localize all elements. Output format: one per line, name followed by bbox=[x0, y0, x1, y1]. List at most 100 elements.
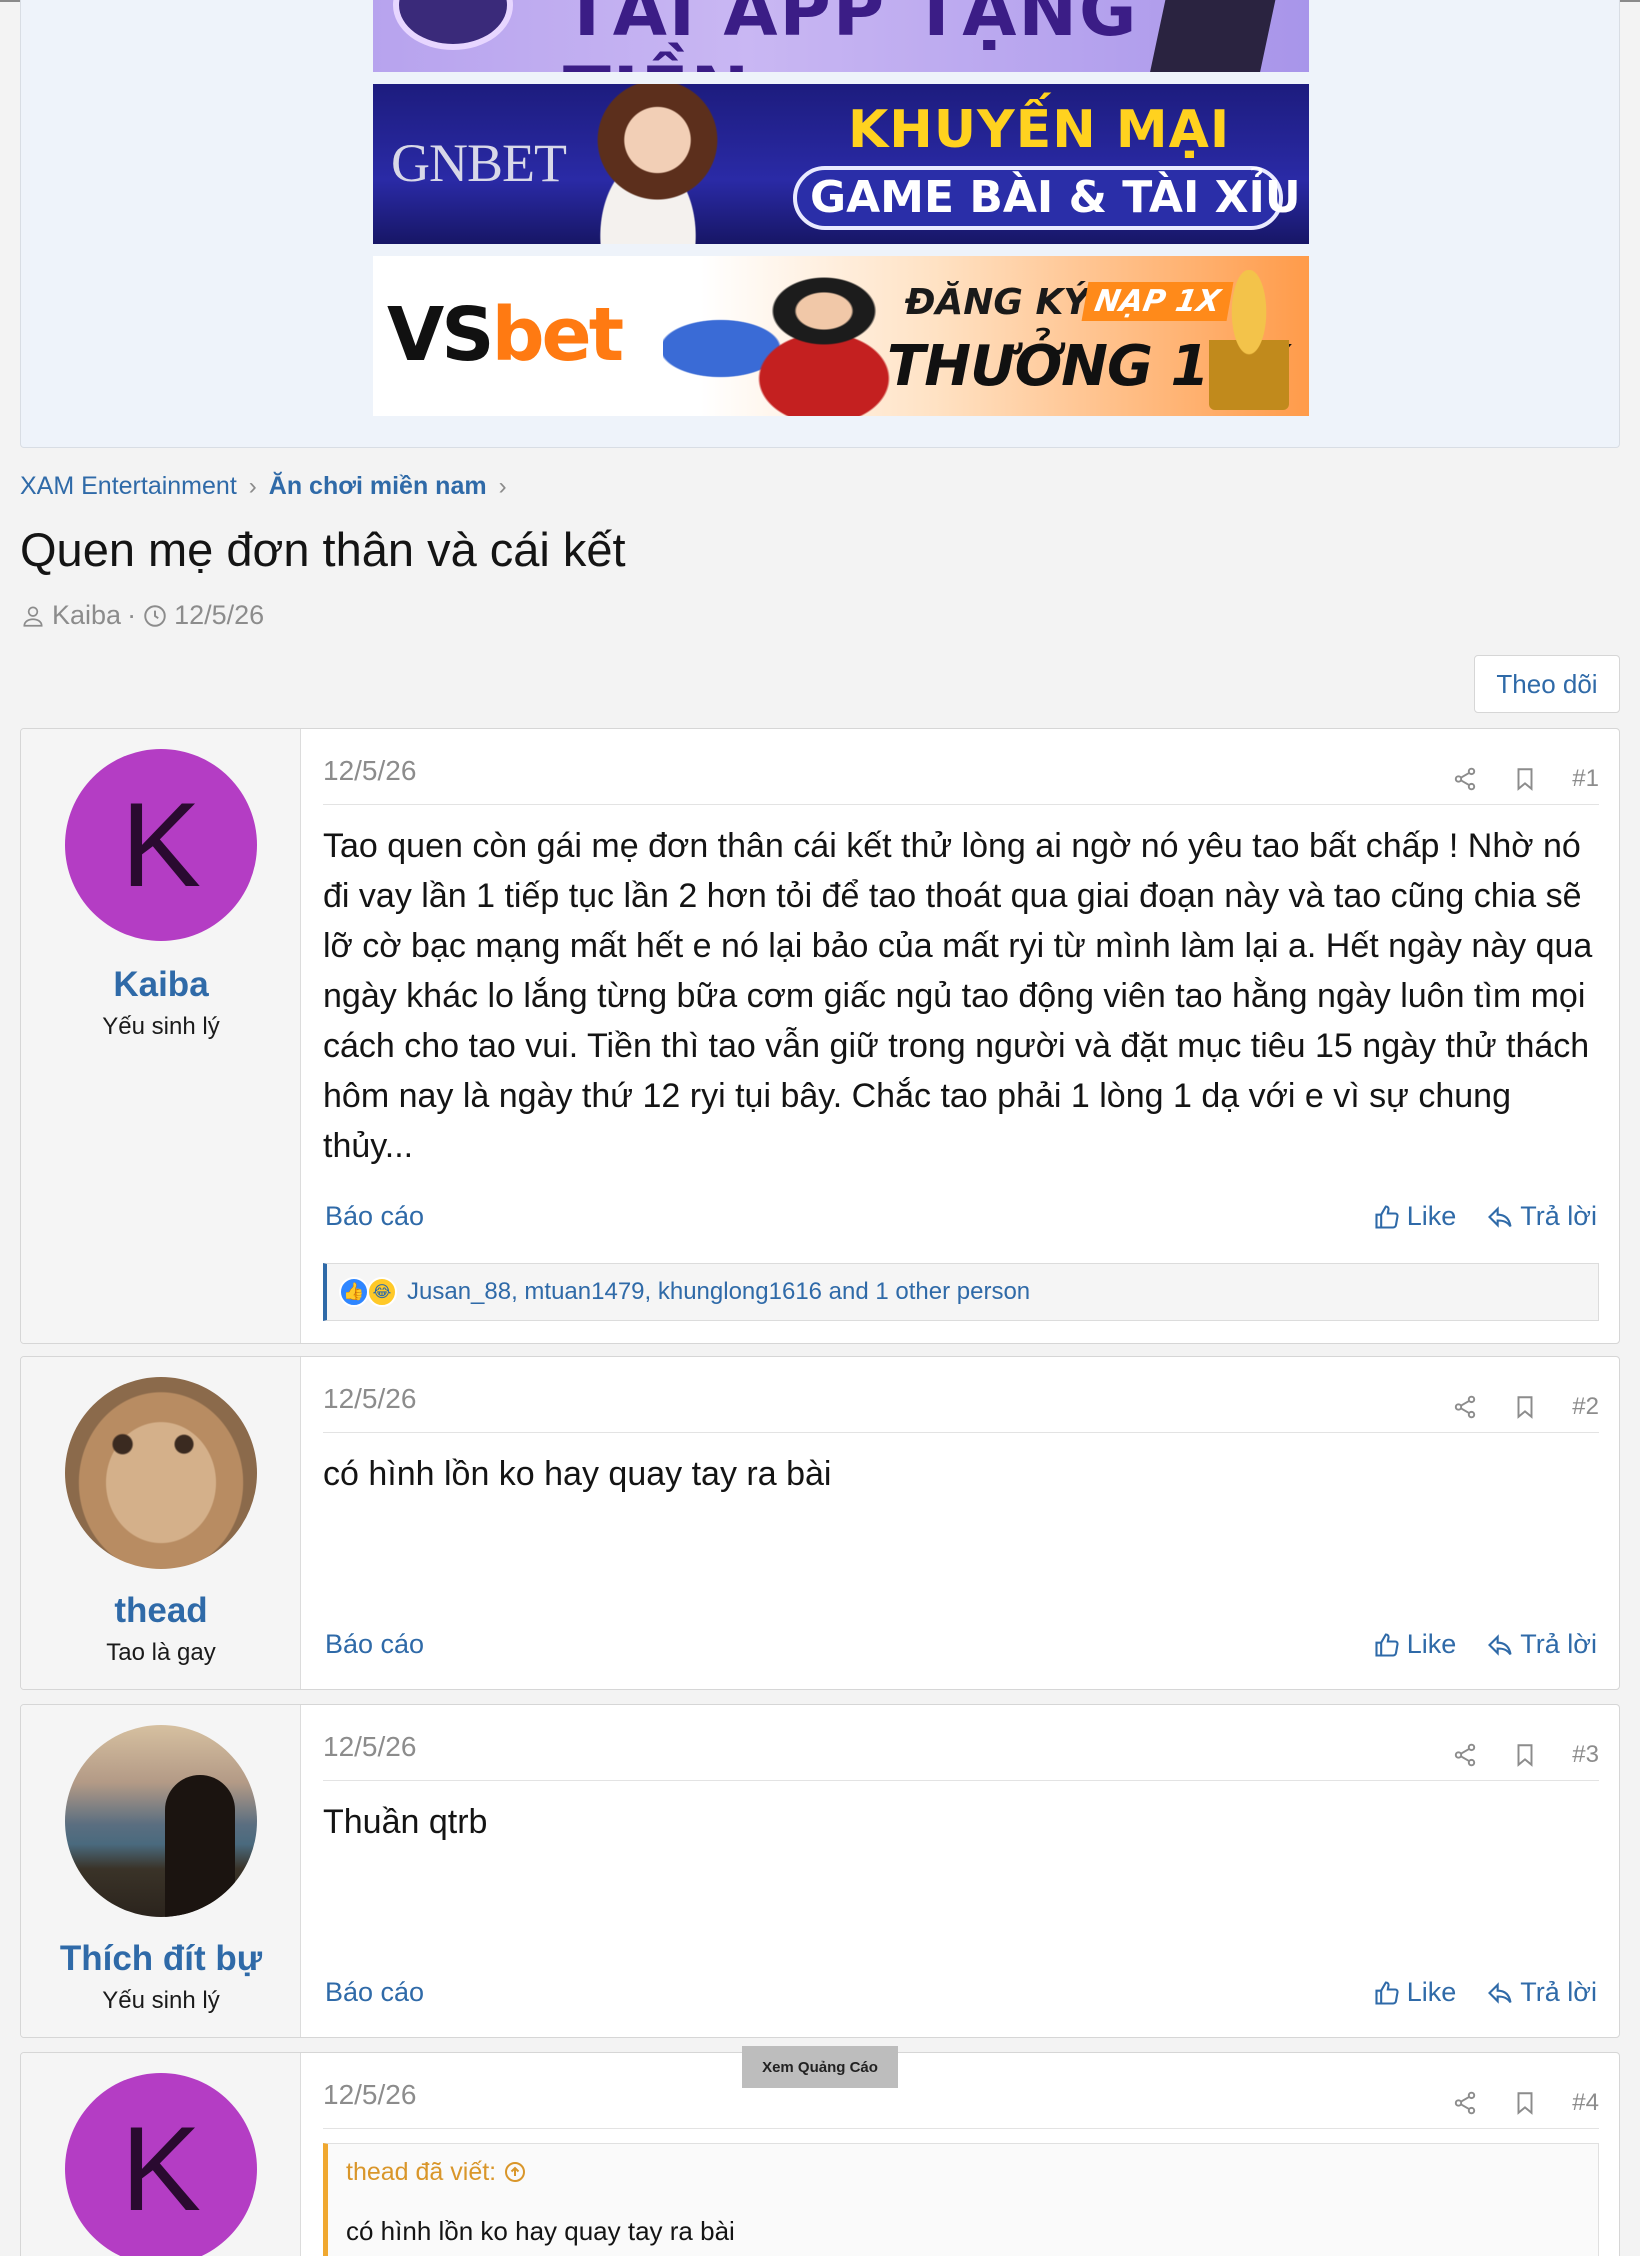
reply-icon bbox=[1488, 1981, 1512, 2004]
post-user-panel: K bbox=[21, 2053, 301, 2256]
thumbs-up-icon bbox=[1375, 1632, 1399, 1657]
share-icon[interactable] bbox=[1452, 2090, 1478, 2116]
like-label: Like bbox=[1406, 1629, 1457, 1659]
post-body: Tao quen còn gái mẹ đơn thân cái kết thử… bbox=[323, 827, 1593, 1165]
vsbet-logo-a: VS bbox=[387, 292, 495, 378]
post-number[interactable]: #3 bbox=[1572, 1741, 1599, 1769]
ad-banner-tai-app[interactable]: TẢI APP TẶNG TIỀN bbox=[373, 0, 1309, 72]
post-date[interactable]: 12/5/26 bbox=[323, 2079, 416, 2111]
post-user-panel: Thích đít bự Yếu sinh lý bbox=[21, 1705, 301, 2037]
reactions-list[interactable]: Jusan_88, mtuan1479, khunglong1616 and 1… bbox=[407, 1278, 1030, 1306]
chevron-right-icon: › bbox=[248, 472, 257, 500]
reply-label: Trả lời bbox=[1520, 1201, 1597, 1231]
like-reaction-icon: 👍 bbox=[339, 1277, 369, 1307]
ad-banner-vsbet[interactable]: VSbet ĐĂNG KÝ NẠP 1X THƯỞNG 10X bbox=[373, 256, 1309, 416]
user-title: Yếu sinh lý bbox=[102, 1987, 220, 2014]
post-header: 12/5/26 #2 bbox=[323, 1383, 1599, 1433]
report-link[interactable]: Báo cáo bbox=[325, 1629, 424, 1660]
bookmark-icon[interactable] bbox=[1512, 2090, 1538, 2116]
post-actions: Like Trả lời bbox=[1373, 1977, 1597, 2008]
avatar[interactable]: K bbox=[65, 749, 257, 941]
reply-button[interactable]: Trả lời bbox=[1486, 1629, 1597, 1660]
breadcrumb: XAM Entertainment › Ăn chơi miền nam › bbox=[20, 472, 507, 501]
like-label: Like bbox=[1406, 1201, 1457, 1231]
post-footer: Báo cáo Like Trả lời bbox=[325, 1977, 1597, 2017]
bookmark-icon[interactable] bbox=[1512, 1394, 1538, 1420]
follow-button[interactable]: Theo dõi bbox=[1474, 655, 1620, 713]
quote-author-label: thead đã viết: bbox=[346, 2158, 497, 2186]
report-link[interactable]: Báo cáo bbox=[325, 1201, 424, 1232]
post-number[interactable]: #4 bbox=[1572, 2089, 1599, 2117]
banner-model-image bbox=[553, 84, 743, 244]
quote-text: có hình lồn ko hay quay tay ra bài bbox=[346, 2216, 735, 2246]
post-footer: Báo cáo Like Trả lời bbox=[325, 1629, 1597, 1669]
post-user-panel: K Kaiba Yếu sinh lý bbox=[21, 729, 301, 1343]
banner3-line1: ĐĂNG KÝ bbox=[905, 282, 1090, 323]
reply-icon bbox=[1488, 1205, 1512, 1228]
reply-button[interactable]: Trả lời bbox=[1486, 1977, 1597, 2008]
vsbet-logo: VSbet bbox=[387, 292, 624, 378]
bookmark-icon[interactable] bbox=[1512, 1742, 1538, 1768]
post-date[interactable]: 12/5/26 bbox=[323, 755, 416, 787]
avatar[interactable] bbox=[65, 1725, 257, 1917]
share-icon[interactable] bbox=[1452, 1742, 1478, 1768]
user-icon bbox=[23, 605, 43, 627]
gnbet-logo-text: GNBET bbox=[391, 133, 567, 193]
like-button[interactable]: Like bbox=[1373, 1629, 1457, 1660]
username[interactable]: Thích đít bự bbox=[21, 1939, 301, 1979]
like-button[interactable]: Like bbox=[1373, 1977, 1457, 2008]
bookmark-icon[interactable] bbox=[1512, 766, 1538, 792]
avatar[interactable] bbox=[65, 1377, 257, 1569]
post-header-icons: #4 bbox=[1452, 2089, 1599, 2117]
share-icon[interactable] bbox=[1452, 766, 1478, 792]
haha-reaction-icon: 😂 bbox=[367, 1277, 397, 1307]
post-header: 12/5/26 #4 bbox=[323, 2079, 1599, 2129]
post-header: 12/5/26 #1 bbox=[323, 755, 1599, 805]
avatar[interactable]: K bbox=[65, 2073, 257, 2256]
post-3: Thích đít bự Yếu sinh lý 12/5/26 #3 Thuầ… bbox=[20, 1704, 1620, 2038]
post-header-icons: #2 bbox=[1452, 1393, 1599, 1421]
chevron-right-icon: › bbox=[498, 472, 507, 500]
post-1: K Kaiba Yếu sinh lý 12/5/26 #1 Tao quen … bbox=[20, 728, 1620, 1344]
post-number[interactable]: #1 bbox=[1572, 765, 1599, 793]
user-title: Yếu sinh lý bbox=[102, 1013, 220, 1040]
ad-tag[interactable]: Xem Quảng Cáo bbox=[742, 2046, 898, 2088]
post-user-panel: thead Tao là gay bbox=[21, 1357, 301, 1689]
breadcrumb-item-category[interactable]: Ăn chơi miền nam bbox=[269, 472, 487, 501]
thread-meta: Kaiba · 12/5/26 bbox=[20, 600, 264, 631]
reactions-bar[interactable]: 👍 😂 Jusan_88, mtuan1479, khunglong1616 a… bbox=[323, 1263, 1599, 1321]
post-number[interactable]: #2 bbox=[1572, 1393, 1599, 1421]
post-date[interactable]: 12/5/26 bbox=[323, 1731, 416, 1763]
gnbet-logo bbox=[393, 0, 513, 50]
reply-icon bbox=[1488, 1633, 1512, 1656]
username[interactable]: Kaiba bbox=[21, 965, 301, 1005]
reply-label: Trả lời bbox=[1520, 1977, 1597, 2007]
ad-panel: TẢI APP TẶNG TIỀN GNBET KHUYẾN MẠI GAME … bbox=[20, 0, 1620, 448]
post-footer: Báo cáo Like Trả lời bbox=[325, 1201, 1597, 1241]
share-icon[interactable] bbox=[1452, 1394, 1478, 1420]
page-title: Quen mẹ đơn thân và cái kết bbox=[20, 523, 626, 576]
quote-block: thead đã viết: có hình lồn ko hay quay t… bbox=[323, 2143, 1599, 2256]
like-button[interactable]: Like bbox=[1373, 1201, 1457, 1232]
post-actions: Like Trả lời bbox=[1373, 1201, 1597, 1232]
reply-button[interactable]: Trả lời bbox=[1486, 1201, 1597, 1232]
reply-label: Trả lời bbox=[1520, 1629, 1597, 1659]
report-link[interactable]: Báo cáo bbox=[325, 1977, 424, 2008]
quote-author[interactable]: thead đã viết: bbox=[346, 2158, 527, 2187]
banner-model-image bbox=[663, 266, 893, 416]
banner2-headline: KHUYẾN MẠI bbox=[848, 100, 1231, 160]
username[interactable]: thead bbox=[21, 1591, 301, 1631]
ad-banner-gnbet[interactable]: GNBET KHUYẾN MẠI GAME BÀI & TÀI XỈU bbox=[373, 84, 1309, 244]
user-title: Tao là gay bbox=[106, 1639, 216, 1666]
arrow-up-circle-icon[interactable] bbox=[503, 2160, 527, 2184]
trophy-image bbox=[1209, 270, 1289, 410]
thumbs-up-icon bbox=[1375, 1980, 1399, 2005]
post-date[interactable]: 12/5/26 bbox=[323, 1383, 416, 1415]
thumbs-up-icon bbox=[1375, 1204, 1399, 1229]
thread-date[interactable]: 12/5/26 bbox=[174, 600, 264, 631]
breadcrumb-item-forum[interactable]: XAM Entertainment bbox=[20, 472, 237, 501]
post-header-icons: #3 bbox=[1452, 1741, 1599, 1769]
thread-author[interactable]: Kaiba bbox=[52, 600, 121, 631]
phone-graphic bbox=[1148, 0, 1280, 72]
like-label: Like bbox=[1406, 1977, 1457, 2007]
